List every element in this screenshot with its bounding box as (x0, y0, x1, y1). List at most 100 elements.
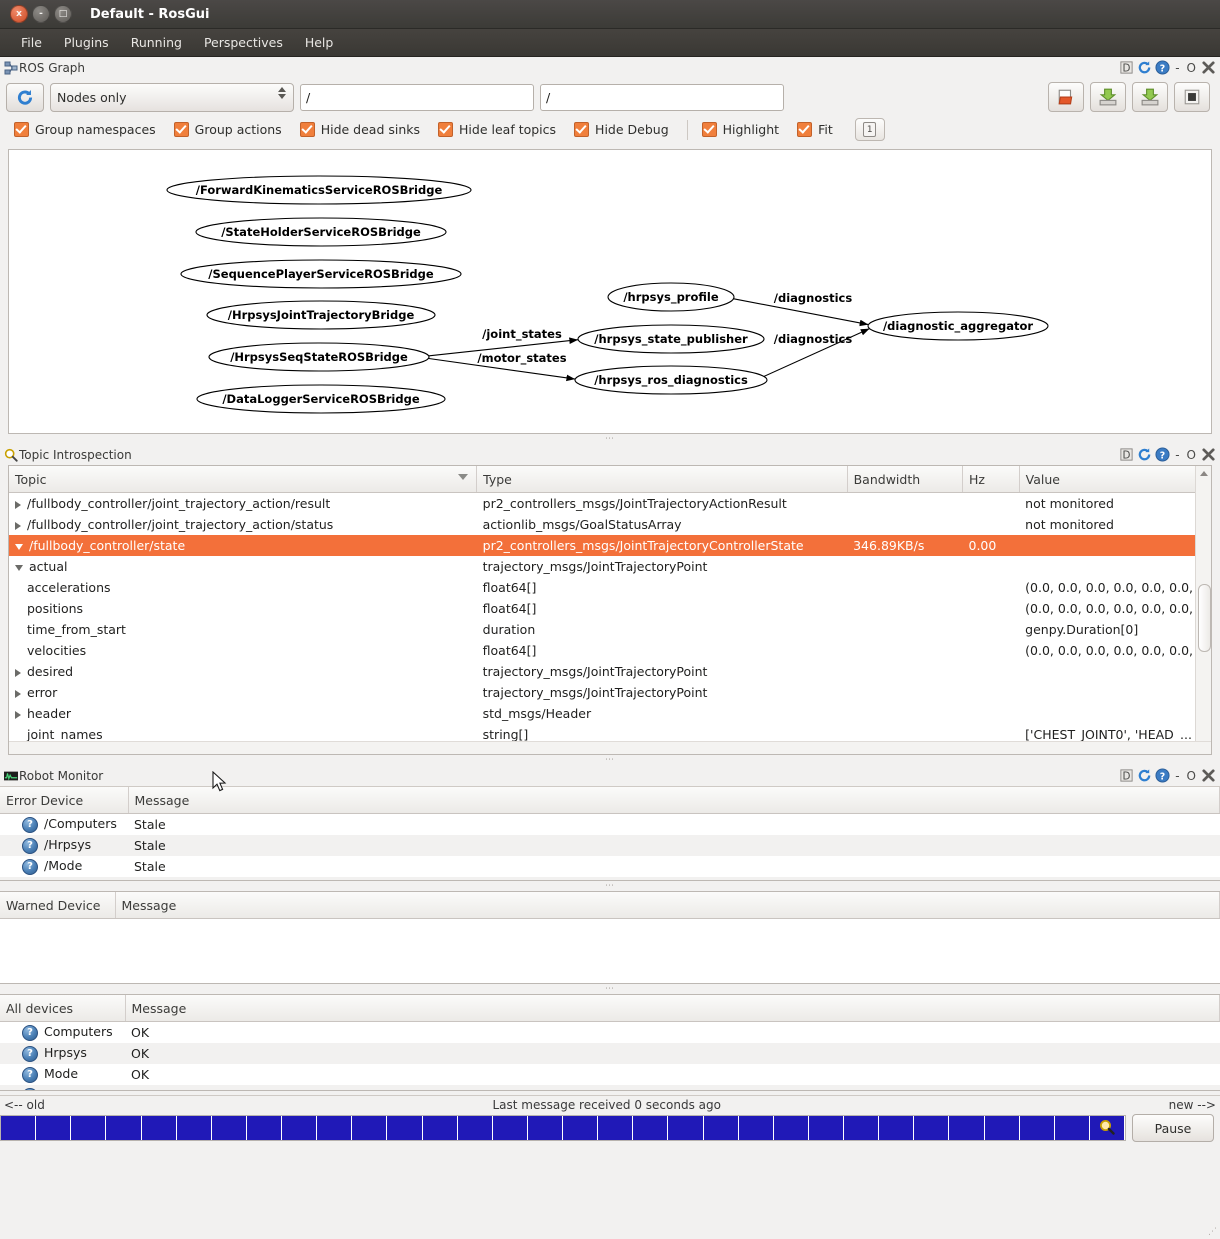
table-row[interactable]: positionsfloat64[](0.0, 0.0, 0.0, 0.0, 0… (9, 598, 1211, 619)
timeline-segment[interactable] (1055, 1116, 1090, 1140)
timeline-segment[interactable] (774, 1116, 809, 1140)
warn-all-splitter[interactable]: ⋯ (0, 984, 1220, 994)
col-hz[interactable]: Hz (963, 466, 1020, 493)
timeline-segment[interactable] (247, 1116, 282, 1140)
graph-node[interactable]: /HrpsysSeqStateROSBridge (209, 343, 429, 371)
save-svg-button[interactable] (1090, 82, 1126, 112)
close-icon[interactable] (1201, 768, 1216, 783)
checkbox-hide-debug[interactable]: Hide Debug (574, 122, 669, 137)
topic-table-container[interactable]: Topic Type Bandwidth Hz Value /fullbody_… (8, 465, 1212, 755)
timeline-segment[interactable] (528, 1116, 563, 1140)
dock-icon[interactable]: D (1119, 768, 1134, 783)
timeline-segment[interactable] (177, 1116, 212, 1140)
timeline-segment[interactable] (563, 1116, 598, 1140)
checkbox-hide-dead-sinks[interactable]: Hide dead sinks (300, 122, 420, 137)
checkbox-fit[interactable]: Fit (797, 122, 833, 137)
scrollbar-thumb[interactable] (1198, 584, 1211, 652)
table-row[interactable]: ?ComputersOK (0, 1022, 1220, 1044)
timeline-segment[interactable] (493, 1116, 528, 1140)
topic-monitor-splitter[interactable]: ⋯ (0, 755, 1220, 765)
timeline-segment[interactable] (844, 1116, 879, 1140)
col-error-message[interactable]: Message (128, 787, 1220, 814)
warn-device-table-container[interactable]: Warned Device Message (0, 891, 1220, 984)
chevron-right-icon[interactable] (15, 669, 21, 677)
table-row[interactable]: ?/ComputersStale (0, 814, 1220, 836)
table-row[interactable]: desiredtrajectory_msgs/JointTrajectoryPo… (9, 661, 1211, 682)
window-minimize-button[interactable]: - (32, 5, 50, 23)
timeline-segment[interactable] (914, 1116, 949, 1140)
error-warn-splitter[interactable]: ⋯ (0, 881, 1220, 891)
panel-minimize-button[interactable]: - (1173, 448, 1181, 462)
table-row[interactable]: ?/HrpsysStale (0, 835, 1220, 856)
graph-table-splitter[interactable]: ⋯ (0, 434, 1220, 444)
timeline-segment[interactable] (704, 1116, 739, 1140)
chevron-right-icon[interactable] (15, 690, 21, 698)
chevron-down-icon[interactable] (15, 565, 23, 571)
menu-perspectives[interactable]: Perspectives (193, 32, 294, 53)
timeline-segment[interactable] (106, 1116, 141, 1140)
fullscreen-button[interactable] (1174, 82, 1210, 112)
timeline-bar[interactable] (0, 1115, 1126, 1141)
graph-refresh-button[interactable] (6, 83, 44, 112)
ros-graph-canvas[interactable]: /joint_states/motor_states/diagnostics/d… (8, 149, 1212, 434)
topic-table-hscroll[interactable] (9, 741, 1211, 754)
col-value[interactable]: Value (1019, 466, 1210, 493)
col-bandwidth[interactable]: Bandwidth (847, 466, 962, 493)
chevron-right-icon[interactable] (15, 501, 21, 509)
checkbox-group-actions[interactable]: Group actions (174, 122, 282, 137)
table-row[interactable]: ?MotorOK (0, 1085, 1220, 1091)
timeline-segment[interactable] (352, 1116, 387, 1140)
table-row[interactable]: headerstd_msgs/Header (9, 703, 1211, 724)
dock-icon[interactable]: D (1119, 447, 1134, 462)
timeline-segment[interactable] (317, 1116, 352, 1140)
graph-node[interactable]: /SequencePlayerServiceROSBridge (181, 260, 461, 288)
timeline-segment[interactable] (879, 1116, 914, 1140)
help-icon[interactable]: ? (1155, 768, 1170, 783)
col-warned-message[interactable]: Message (115, 892, 1220, 919)
col-topic[interactable]: Topic (9, 466, 477, 493)
error-device-table-container[interactable]: Error Device Message ?/ComputersStale?/H… (0, 786, 1220, 881)
timeline-segment[interactable] (1020, 1116, 1055, 1140)
panel-float-button[interactable]: O (1185, 61, 1198, 75)
window-resize-grip[interactable]: ⋰ (1208, 1227, 1217, 1237)
menu-plugins[interactable]: Plugins (53, 32, 120, 53)
chevron-down-icon[interactable] (15, 544, 23, 550)
menu-help[interactable]: Help (294, 32, 345, 53)
checkbox-hide-leaf-topics[interactable]: Hide leaf topics (438, 122, 556, 137)
table-row[interactable]: ?/MotorStale (0, 877, 1220, 881)
table-row[interactable]: /fullbody_controller/statepr2_controller… (9, 535, 1211, 556)
timeline-segment[interactable] (668, 1116, 703, 1140)
timeline-segment[interactable] (142, 1116, 177, 1140)
timeline-segment[interactable] (387, 1116, 422, 1140)
table-row[interactable]: errortrajectory_msgs/JointTrajectoryPoin… (9, 682, 1211, 703)
help-icon[interactable]: ? (1155, 60, 1170, 75)
timeline-segment[interactable] (458, 1116, 493, 1140)
table-row[interactable]: /fullbody_controller/joint_trajectory_ac… (9, 514, 1211, 535)
panel-float-button[interactable]: O (1185, 448, 1198, 462)
timeline-segment[interactable] (212, 1116, 247, 1140)
table-row[interactable]: ?HrpsysOK (0, 1043, 1220, 1064)
timeline-segment[interactable] (633, 1116, 668, 1140)
timeline-segment[interactable] (71, 1116, 106, 1140)
table-row[interactable]: actualtrajectory_msgs/JointTrajectoryPoi… (9, 556, 1211, 577)
save-image-button[interactable] (1132, 82, 1168, 112)
timeline-segment[interactable] (282, 1116, 317, 1140)
graph-node[interactable]: /StateHolderServiceROSBridge (196, 218, 446, 246)
all-device-table-container[interactable]: All devices Message ?ComputersOK?HrpsysO… (0, 994, 1220, 1091)
panel-minimize-button[interactable]: - (1173, 769, 1181, 783)
reload-icon[interactable] (1137, 768, 1152, 783)
close-icon[interactable] (1201, 447, 1216, 462)
save-dot-button[interactable] (1048, 82, 1084, 112)
panel-float-button[interactable]: O (1185, 769, 1198, 783)
close-icon[interactable] (1201, 60, 1216, 75)
timeline-segment[interactable] (809, 1116, 844, 1140)
col-error-device[interactable]: Error Device (0, 787, 128, 814)
graph-node[interactable]: /hrpsys_state_publisher (578, 325, 764, 353)
timeline-segment[interactable] (739, 1116, 774, 1140)
checkbox-highlight[interactable]: Highlight (702, 122, 779, 137)
timeline-segment[interactable] (598, 1116, 633, 1140)
table-row[interactable]: velocitiesfloat64[](0.0, 0.0, 0.0, 0.0, … (9, 640, 1211, 661)
reload-icon[interactable] (1137, 60, 1152, 75)
magnifier-icon[interactable] (1099, 1119, 1115, 1135)
graph-node[interactable]: /ForwardKinematicsServiceROSBridge (167, 176, 471, 204)
